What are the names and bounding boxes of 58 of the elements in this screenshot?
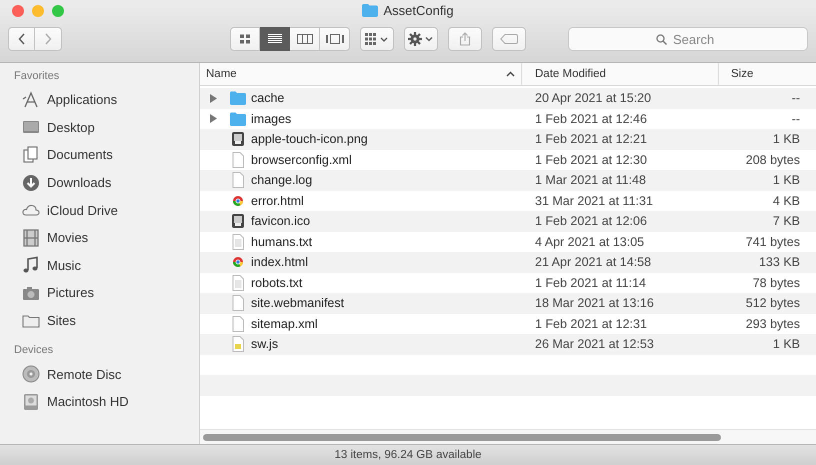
file-name[interactable]: index.html — [251, 255, 308, 270]
file-size: -- — [792, 91, 800, 106]
sidebar-item[interactable]: Remote Disc — [47, 366, 122, 382]
sidebar-item[interactable]: Documents — [47, 147, 113, 162]
date-modified: 20 Apr 2021 at 15:20 — [535, 91, 652, 106]
column-header[interactable]: Name — [200, 63, 522, 85]
sidebar-item[interactable]: Music — [47, 258, 81, 273]
date-modified: 1 Feb 2021 at 12:31 — [535, 316, 647, 331]
file-name[interactable]: change.log — [251, 173, 312, 188]
file-size: 7 KB — [772, 214, 800, 228]
file-name[interactable]: sw.js — [251, 337, 278, 352]
file-size: 4 KB — [772, 194, 800, 208]
sidebar-item[interactable]: Applications — [47, 92, 118, 108]
date-modified: 1 Feb 2021 at 12:21 — [535, 132, 647, 146]
sidebar-item[interactable]: Sites — [47, 313, 76, 328]
file-size: -- — [792, 112, 800, 126]
sidebar-item[interactable]: Movies — [47, 230, 88, 246]
date-modified: 1 Feb 2021 at 12:30 — [535, 152, 647, 167]
sidebar-section-title: Devices — [13, 344, 54, 358]
file-size: 133 KB — [758, 255, 800, 270]
sidebar-item[interactable]: Pictures — [47, 285, 94, 300]
sidebar-item[interactable]: Downloads — [47, 175, 112, 190]
file-name[interactable]: site.webmanifest — [251, 296, 344, 310]
file-name[interactable]: humans.txt — [251, 234, 312, 249]
status-text: 13 items, 96.24 GB available — [334, 449, 482, 461]
file-name[interactable]: robots.txt — [251, 276, 302, 290]
date-modified: 4 Apr 2021 at 13:05 — [535, 234, 644, 249]
sidebar-item[interactable]: Desktop — [47, 120, 95, 135]
search-field[interactable]: Search — [568, 27, 808, 51]
column-header[interactable]: Date Modified — [522, 63, 719, 85]
sidebar-item[interactable]: Macintosh HD — [47, 394, 129, 410]
file-size: 78 bytes — [752, 276, 800, 290]
file-size: 512 bytes — [746, 296, 800, 310]
file-name[interactable]: browserconfig.xml — [251, 152, 352, 167]
file-size: 741 bytes — [746, 234, 800, 249]
file-name[interactable]: cache — [251, 91, 284, 106]
window-title: AssetConfig — [383, 3, 454, 18]
date-modified: 31 Mar 2021 at 11:31 — [535, 194, 653, 208]
file-size: 293 bytes — [746, 316, 800, 331]
date-modified: 1 Feb 2021 at 12:46 — [535, 112, 647, 126]
column-header[interactable]: Size — [719, 63, 816, 85]
sidebar-item[interactable]: iCloud Drive — [47, 202, 118, 218]
sidebar-section-title: Favorites — [13, 70, 60, 84]
file-size: 208 bytes — [746, 152, 800, 167]
date-modified: 1 Feb 2021 at 12:06 — [535, 214, 647, 228]
file-name[interactable]: error.html — [251, 194, 304, 208]
date-modified: 21 Apr 2021 at 14:58 — [535, 255, 652, 270]
file-size: 1 KB — [772, 337, 800, 352]
file-name[interactable]: sitemap.xml — [251, 316, 318, 331]
date-modified: 1 Feb 2021 at 11:14 — [535, 276, 646, 290]
file-name[interactable]: images — [251, 112, 292, 126]
file-size: 1 KB — [772, 132, 800, 146]
file-name[interactable]: favicon.ico — [251, 214, 310, 228]
file-size: 1 KB — [772, 173, 800, 188]
date-modified: 26 Mar 2021 at 12:53 — [535, 337, 654, 352]
date-modified: 1 Mar 2021 at 11:48 — [535, 173, 646, 188]
date-modified: 18 Mar 2021 at 13:16 — [535, 296, 654, 310]
file-name[interactable]: apple-touch-icon.png — [251, 132, 368, 146]
